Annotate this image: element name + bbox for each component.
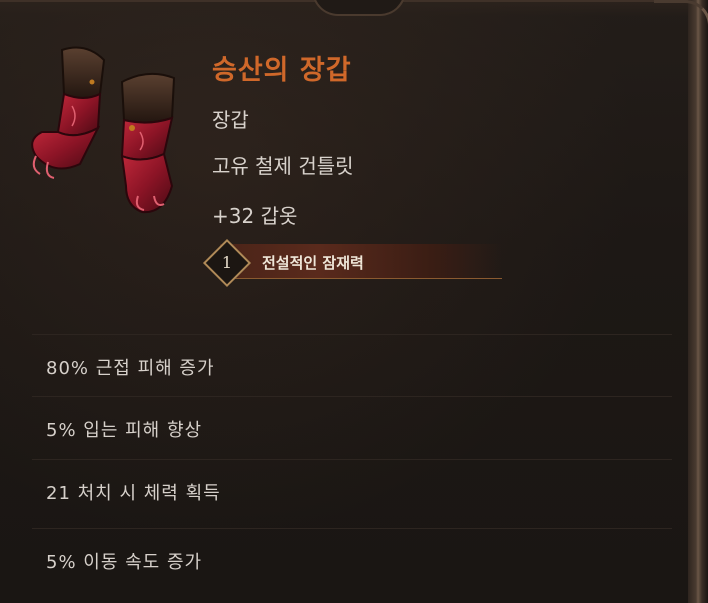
- affix-row: 21 처치 시 체력 획득: [32, 459, 672, 522]
- item-name: 승산의 장갑: [212, 55, 352, 86]
- affix-text: 21 처치 시 체력 획득: [46, 483, 221, 504]
- item-base-type: 고유 철제 건틀릿: [212, 154, 354, 178]
- affix-text: 5% 입는 피해 향상: [46, 420, 203, 441]
- affix-row: 5% 이동 속도 증가: [32, 528, 672, 591]
- item-tooltip: 승산의 장갑 장갑 고유 철제 건틀릿 +32 갑옷 1 전설적인 잠재력 80…: [0, 0, 708, 603]
- frame-corner: [654, 0, 708, 41]
- gauntlets-icon: [14, 36, 204, 226]
- affix-text: 80% 근접 피해 증가: [46, 358, 215, 379]
- affix-text: 5% 이동 속도 증가: [46, 552, 203, 573]
- rank-label: 전설적인 잠재력: [262, 254, 364, 272]
- tooltip-frame-right: [688, 0, 708, 603]
- item-armor-value: +32 갑옷: [212, 204, 298, 228]
- affix-row: 80% 근접 피해 증가: [32, 334, 672, 397]
- rank-number: 1: [221, 253, 233, 272]
- item-slot: 장갑: [212, 108, 249, 132]
- affix-row: 5% 입는 피해 향상: [32, 396, 672, 459]
